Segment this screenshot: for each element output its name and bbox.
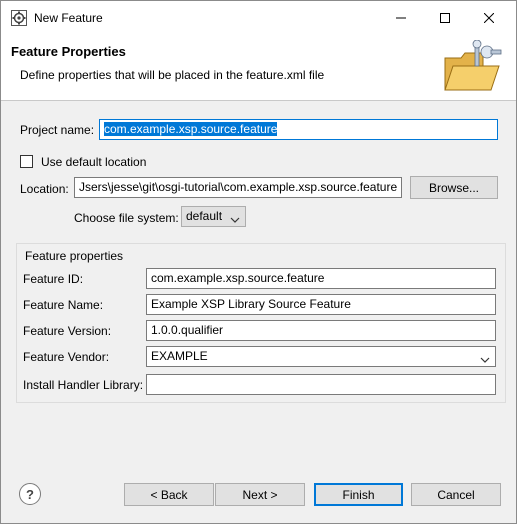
feature-name-label: Feature Name: [23,298,104,312]
feature-name-input[interactable]: Example XSP Library Source Feature [146,294,496,315]
project-name-label: Project name: [20,123,95,137]
help-icon[interactable]: ? [19,483,41,505]
chevron-down-icon [230,213,240,227]
close-button[interactable] [467,1,511,35]
eclipse-app-icon [11,10,27,26]
minimize-button[interactable] [379,1,423,35]
project-name-input[interactable]: com.example.xsp.source.feature [99,119,498,140]
feature-vendor-label: Feature Vendor: [23,350,110,364]
finish-button[interactable]: Finish [314,483,403,506]
cancel-button[interactable]: Cancel [411,483,501,506]
browse-button[interactable]: Browse... [410,176,498,199]
location-input[interactable]: Jsers\jesse\git\osgi-tutorial\com.exampl… [74,177,402,198]
feature-id-label: Feature ID: [23,272,84,286]
file-system-select[interactable]: default [181,206,246,227]
window-title: New Feature [34,11,103,25]
next-button[interactable]: Next > [215,483,305,506]
file-system-label: Choose file system: [74,211,179,225]
feature-vendor-combo[interactable]: EXAMPLE [146,346,496,367]
feature-vendor-value: EXAMPLE [151,349,208,363]
wizard-header: Feature Properties Define properties tha… [1,35,516,101]
new-feature-dialog: New Feature Feature Properties Define pr… [0,0,517,524]
feature-properties-group-title: Feature properties [23,249,126,263]
feature-version-input[interactable]: 1.0.0.qualifier [146,320,496,341]
use-default-location-checkbox[interactable] [20,155,33,168]
title-bar: New Feature [1,1,516,35]
feature-version-label: Feature Version: [23,324,112,338]
maximize-button[interactable] [423,1,467,35]
page-title: Feature Properties [11,44,126,59]
location-label: Location: [20,182,69,196]
install-handler-label: Install Handler Library: [23,378,144,392]
use-default-location-label: Use default location [41,155,147,169]
back-button[interactable]: < Back [124,483,214,506]
project-name-value: com.example.xsp.source.feature [104,122,278,136]
install-handler-input[interactable] [146,374,496,395]
maximize-icon [440,13,450,23]
minimize-icon [396,17,406,19]
feature-id-input[interactable]: com.example.xsp.source.feature [146,268,496,289]
chevron-down-icon [480,353,490,367]
close-icon [484,13,494,23]
page-description: Define properties that will be placed in… [20,68,325,82]
feature-folder-banner-icon [439,39,505,96]
file-system-value: default [186,209,223,223]
